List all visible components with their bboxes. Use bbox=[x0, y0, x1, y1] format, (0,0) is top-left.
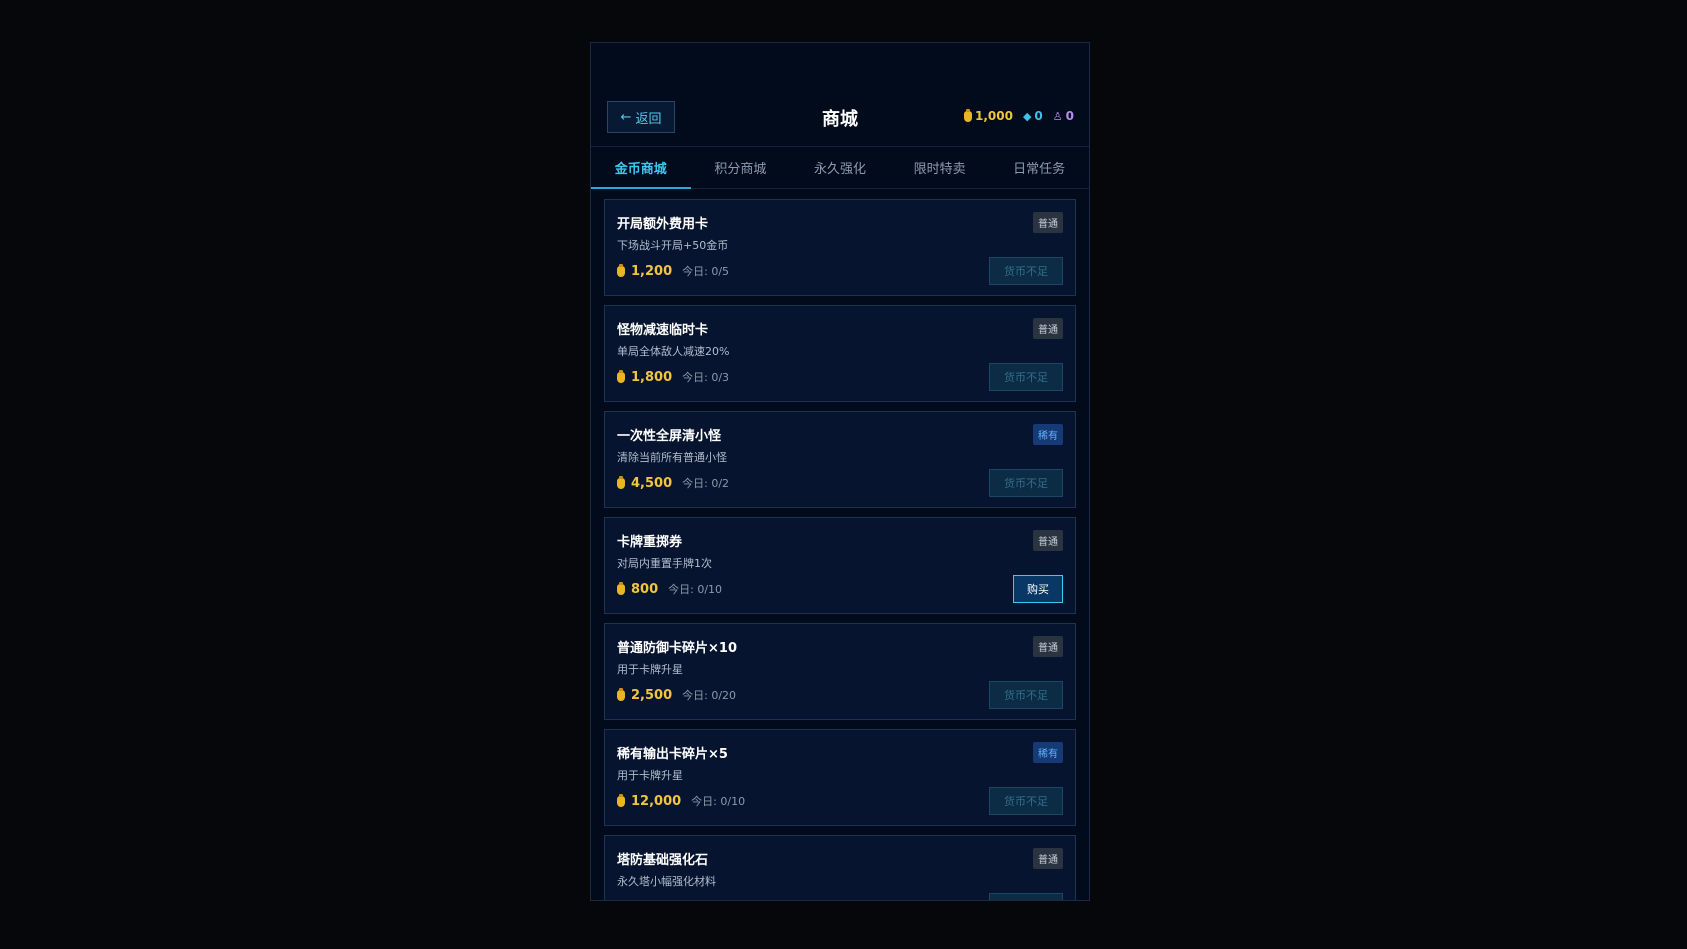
item-price: 12,000 bbox=[631, 793, 682, 809]
coin-bag-icon bbox=[963, 108, 972, 122]
buy-button[interactable]: 购买 bbox=[1013, 575, 1063, 603]
insufficient-currency-button[interactable]: 货币不足 bbox=[989, 469, 1063, 497]
item-price: 2,500 bbox=[631, 687, 673, 703]
rarity-badge: 稀有 bbox=[1033, 742, 1063, 763]
currency-bar: 1,000 ◆ 0 ♙ 0 bbox=[963, 108, 1074, 123]
gold-amount: 1,000 bbox=[974, 109, 1013, 123]
daily-limit: 今日: 0/2 bbox=[682, 477, 730, 490]
price-row: 4,500 今日: 0/2 bbox=[617, 475, 729, 491]
rarity-badge: 稀有 bbox=[1033, 424, 1063, 445]
item-description: 下场战斗开局+50金币 bbox=[617, 239, 729, 252]
coin-bag-icon bbox=[617, 581, 625, 595]
daily-limit: 今日: 0/3 bbox=[682, 371, 730, 384]
coin-bag-icon bbox=[617, 263, 625, 277]
item-name: 稀有输出卡碎片×5 bbox=[617, 747, 728, 762]
medal-amount: 0 bbox=[1065, 109, 1074, 123]
coin-bag-icon bbox=[617, 369, 625, 383]
shop-item-card: 一次性全屏清小怪 清除当前所有普通小怪 稀有 4,500 今日: 0/2 货币不… bbox=[604, 411, 1076, 508]
gem-balance: ◆ 0 bbox=[1023, 109, 1043, 123]
rarity-badge: 普通 bbox=[1033, 530, 1063, 551]
price-row: 2,500 今日: 0/20 bbox=[617, 687, 736, 703]
rarity-badge: 普通 bbox=[1033, 212, 1063, 233]
tab-gold-shop[interactable]: 金币商城 bbox=[591, 146, 691, 189]
coin-bag-icon bbox=[617, 687, 625, 701]
daily-limit: 今日: 0/20 bbox=[682, 689, 737, 702]
item-price: 800 bbox=[631, 581, 659, 597]
gold-balance: 1,000 bbox=[963, 108, 1013, 123]
item-description: 用于卡牌升星 bbox=[617, 769, 683, 782]
gem-amount: 0 bbox=[1034, 109, 1043, 123]
price-row: 800 今日: 0/10 bbox=[617, 581, 722, 597]
item-description: 对局内重置手牌1次 bbox=[617, 557, 712, 570]
diamond-icon: ◆ bbox=[1022, 109, 1032, 123]
item-price: 1,800 bbox=[631, 369, 673, 385]
item-name: 塔防基础强化石 bbox=[617, 853, 709, 868]
shop-item-card: 怪物减速临时卡 单局全体敌人减速20% 普通 1,800 今日: 0/3 货币不… bbox=[604, 305, 1076, 402]
price-row: 1,800 今日: 0/3 bbox=[617, 369, 729, 385]
tab-daily-tasks[interactable]: 日常任务 bbox=[989, 146, 1089, 188]
tab-points-shop[interactable]: 积分商城 bbox=[691, 146, 791, 188]
coin-bag-icon bbox=[617, 793, 625, 807]
insufficient-currency-button[interactable] bbox=[989, 893, 1063, 900]
insufficient-currency-button[interactable]: 货币不足 bbox=[989, 681, 1063, 709]
item-name: 怪物减速临时卡 bbox=[617, 323, 709, 338]
daily-limit: 今日: 0/10 bbox=[668, 583, 723, 596]
shop-item-card: 塔防基础强化石 永久塔小幅强化材料 普通 bbox=[604, 835, 1076, 900]
item-name: 普通防御卡碎片×10 bbox=[617, 641, 737, 656]
item-description: 永久塔小幅强化材料 bbox=[617, 875, 716, 888]
tab-permanent-upgrade[interactable]: 永久强化 bbox=[790, 146, 890, 188]
shop-item-card: 稀有输出卡碎片×5 用于卡牌升星 稀有 12,000 今日: 0/10 货币不足 bbox=[604, 729, 1076, 826]
item-price: 4,500 bbox=[631, 475, 673, 491]
item-description: 用于卡牌升星 bbox=[617, 663, 683, 676]
tab-limited-sale[interactable]: 限时特卖 bbox=[890, 146, 990, 188]
item-price: 1,200 bbox=[631, 263, 673, 279]
medal-balance: ♙ 0 bbox=[1053, 109, 1074, 123]
medal-icon: ♙ bbox=[1052, 109, 1063, 123]
shop-item-card: 普通防御卡碎片×10 用于卡牌升星 普通 2,500 今日: 0/20 货币不足 bbox=[604, 623, 1076, 720]
shop-item-card: 卡牌重掷券 对局内重置手牌1次 普通 800 今日: 0/10 购买 bbox=[604, 517, 1076, 614]
insufficient-currency-button[interactable]: 货币不足 bbox=[989, 787, 1063, 815]
item-name: 一次性全屏清小怪 bbox=[617, 429, 722, 444]
rarity-badge: 普通 bbox=[1033, 318, 1063, 339]
item-name: 开局额外费用卡 bbox=[617, 217, 709, 232]
daily-limit: 今日: 0/10 bbox=[691, 795, 746, 808]
coin-bag-icon bbox=[617, 475, 625, 489]
price-row: 1,200 今日: 0/5 bbox=[617, 263, 729, 279]
tab-bar: 金币商城 积分商城 永久强化 限时特卖 日常任务 bbox=[591, 146, 1089, 189]
shop-header: ← 返回 商城 1,000 ◆ 0 ♙ 0 bbox=[591, 43, 1089, 147]
item-list[interactable]: 开局额外费用卡 下场战斗开局+50金币 普通 1,200 今日: 0/5 货币不… bbox=[604, 199, 1076, 900]
item-name: 卡牌重掷券 bbox=[617, 535, 683, 550]
rarity-badge: 普通 bbox=[1033, 636, 1063, 657]
insufficient-currency-button[interactable]: 货币不足 bbox=[989, 257, 1063, 285]
price-row: 12,000 今日: 0/10 bbox=[617, 793, 745, 809]
item-description: 单局全体敌人减速20% bbox=[617, 345, 730, 358]
daily-limit: 今日: 0/5 bbox=[682, 265, 730, 278]
insufficient-currency-button[interactable]: 货币不足 bbox=[989, 363, 1063, 391]
shop-panel: ← 返回 商城 1,000 ◆ 0 ♙ 0 金币商城 积分商城 永久强化 限时特… bbox=[590, 42, 1090, 901]
item-description: 清除当前所有普通小怪 bbox=[617, 451, 727, 464]
shop-item-card: 开局额外费用卡 下场战斗开局+50金币 普通 1,200 今日: 0/5 货币不… bbox=[604, 199, 1076, 296]
rarity-badge: 普通 bbox=[1033, 848, 1063, 869]
